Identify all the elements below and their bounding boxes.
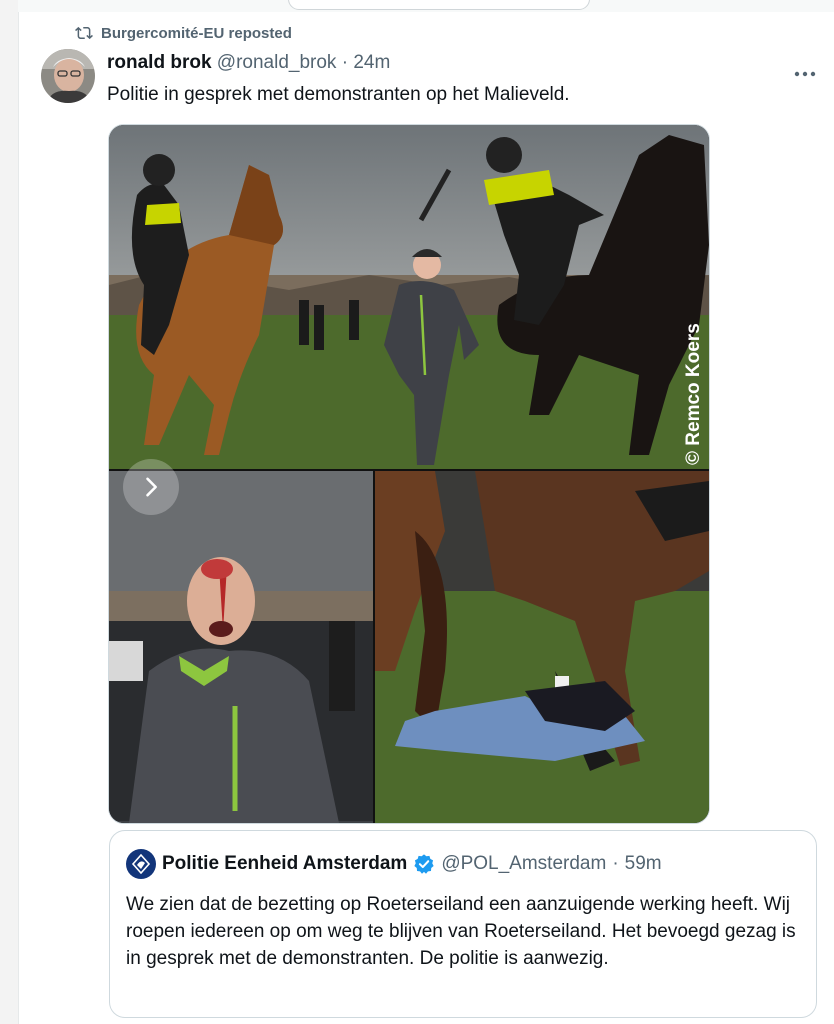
quoted-author-handle[interactable]: @POL_Amsterdam xyxy=(441,853,606,875)
chevron-right-icon xyxy=(146,477,157,497)
more-options-icon xyxy=(794,71,816,77)
tweet-header: ronald brok @ronald_brok · 24m xyxy=(107,52,390,74)
author-name[interactable]: ronald brok xyxy=(107,52,212,73)
avatar[interactable] xyxy=(126,849,156,879)
police-logo-icon xyxy=(131,854,151,874)
quoted-tweet-text: We zien dat de bezetting op Roeterseilan… xyxy=(126,894,796,969)
photo-credit: © Remco Koers xyxy=(683,323,704,465)
quoted-header-separator: · xyxy=(612,853,619,874)
photo-injured-man[interactable] xyxy=(109,471,373,823)
header-separator: · xyxy=(341,52,349,73)
tweet-timestamp[interactable]: 24m xyxy=(353,52,390,73)
quoted-timestamp[interactable]: 59m xyxy=(625,853,662,875)
quoted-tweet[interactable]: Politie Eenheid Amsterdam @POL_Amsterdam… xyxy=(109,830,817,1018)
repost-context[interactable]: Burgercomité-EU reposted xyxy=(75,23,292,43)
repost-label: Burgercomité-EU reposted xyxy=(101,24,292,42)
photo-man-on-ground[interactable] xyxy=(375,471,709,823)
tweet-card[interactable]: Burgercomité-EU reposted ronald brok @ro… xyxy=(18,12,834,1024)
show-more-pill[interactable] xyxy=(288,0,590,10)
author-handle[interactable]: @ronald_brok xyxy=(217,52,337,73)
media-next-button[interactable] xyxy=(123,459,179,515)
verified-badge-icon xyxy=(414,854,434,874)
repost-icon xyxy=(75,26,93,40)
photo-mounted-police[interactable]: © Remco Koers xyxy=(109,125,709,469)
tweet-text: Politie in gesprek met demonstranten op … xyxy=(107,84,570,105)
quoted-author-name[interactable]: Politie Eenheid Amsterdam xyxy=(162,853,407,875)
quoted-tweet-header: Politie Eenheid Amsterdam @POL_Amsterdam… xyxy=(126,849,662,879)
avatar[interactable] xyxy=(41,49,95,103)
tweet-media[interactable]: © Remco Koers xyxy=(108,124,710,824)
more-options-button[interactable] xyxy=(794,64,816,82)
